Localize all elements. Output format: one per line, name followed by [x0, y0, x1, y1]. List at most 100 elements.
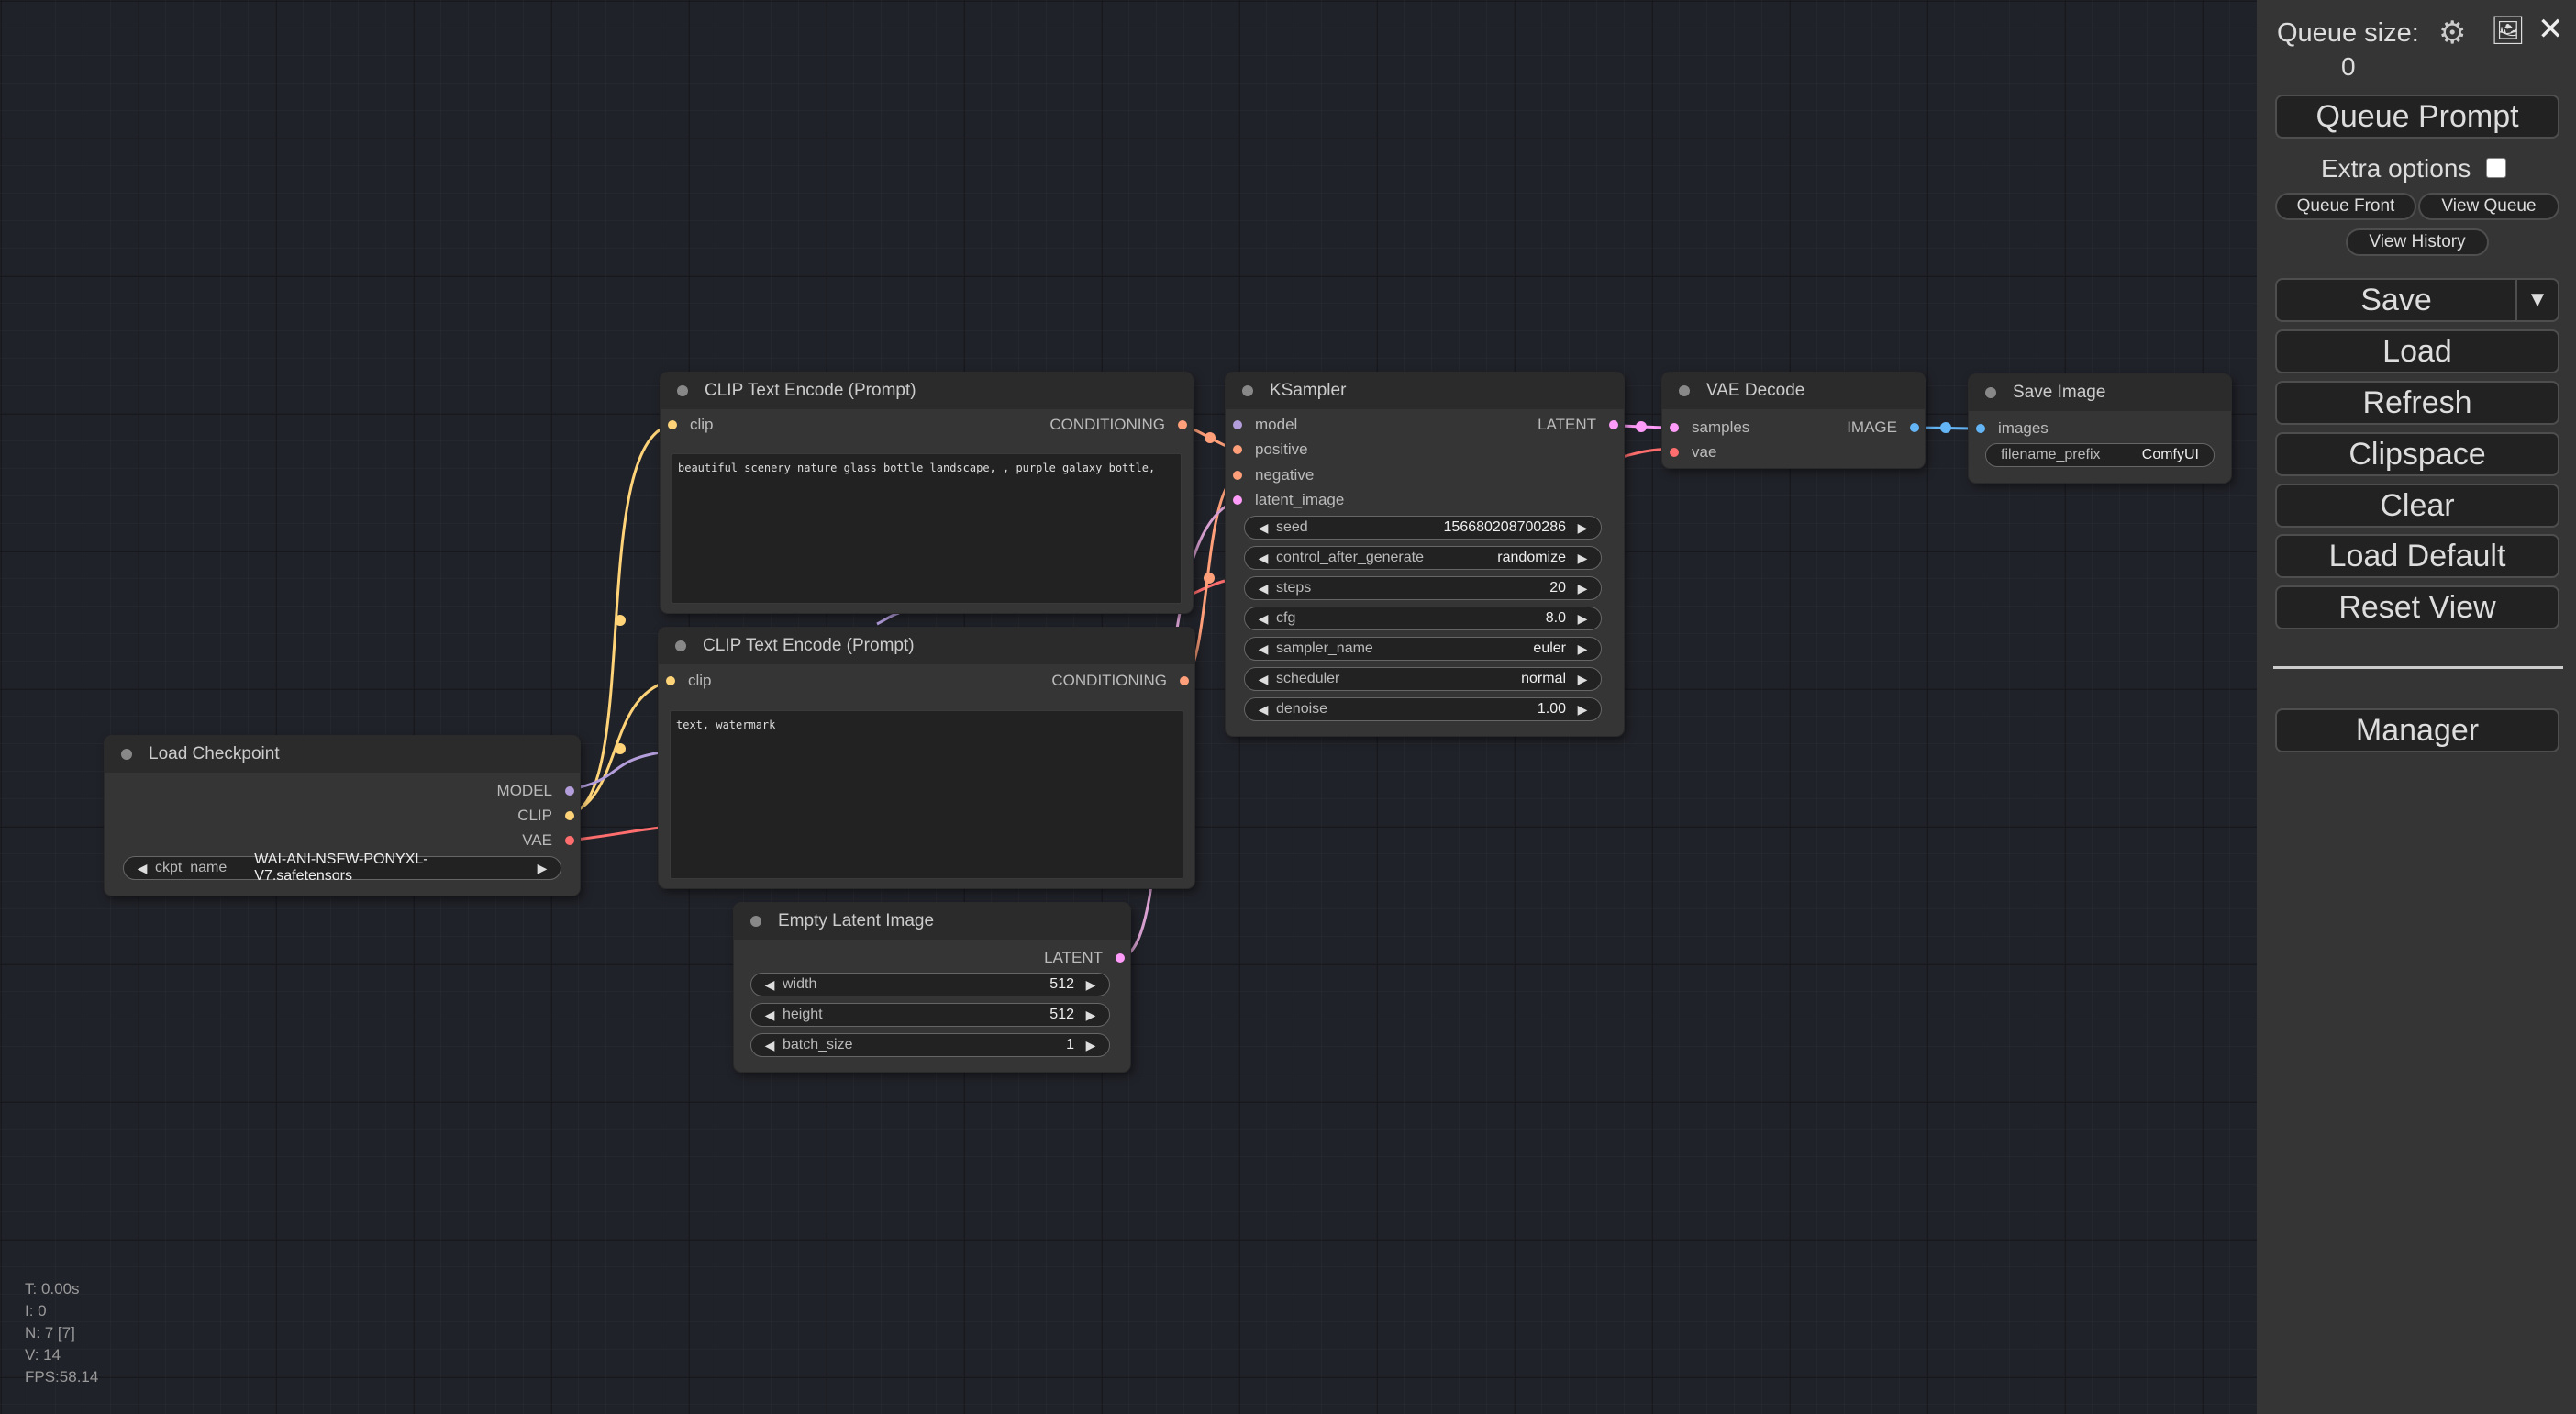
- decrement-arrow-icon[interactable]: ◀: [1256, 520, 1271, 536]
- clear-button[interactable]: Clear: [2275, 484, 2559, 528]
- input-slot-vae[interactable]: vae: [1670, 442, 1716, 462]
- increment-arrow-icon[interactable]: ▶: [1575, 641, 1590, 657]
- increment-arrow-icon[interactable]: ▶: [1575, 611, 1590, 627]
- clip-text-encode-negative-node[interactable]: CLIP Text Encode (Prompt) clip CONDITION…: [659, 628, 1194, 888]
- increment-arrow-icon[interactable]: ▶: [1083, 1008, 1098, 1023]
- refresh-button[interactable]: Refresh: [2275, 381, 2559, 425]
- collapse-dot-icon[interactable]: [750, 916, 761, 927]
- node-title-bar[interactable]: CLIP Text Encode (Prompt): [661, 373, 1193, 409]
- decrement-arrow-icon[interactable]: ◀: [1256, 551, 1271, 566]
- decrement-arrow-icon[interactable]: ◀: [762, 1008, 777, 1023]
- stat-i: I: 0: [25, 1302, 47, 1319]
- increment-arrow-icon[interactable]: ▶: [1575, 520, 1590, 536]
- clipspace-button[interactable]: Clipspace: [2275, 432, 2559, 476]
- increment-arrow-icon[interactable]: ▶: [1083, 1038, 1098, 1053]
- view-queue-button[interactable]: View Queue: [2418, 193, 2559, 220]
- output-slot-conditioning[interactable]: CONDITIONING: [1049, 415, 1187, 435]
- widget-steps[interactable]: ◀ steps 20 ▶: [1244, 576, 1602, 600]
- input-slot-negative[interactable]: negative: [1233, 465, 1314, 485]
- node-title: CLIP Text Encode (Prompt): [705, 381, 916, 400]
- load-default-button[interactable]: Load Default: [2275, 534, 2559, 578]
- collapse-dot-icon[interactable]: [1679, 385, 1690, 396]
- input-slot-clip[interactable]: clip: [668, 415, 714, 435]
- render-stats: T: 0.00s I: 0 N: 7 [7] V: 14 FPS:58.14: [25, 1278, 98, 1388]
- save-dropdown-icon[interactable]: ▼: [2515, 280, 2558, 320]
- increment-arrow-icon[interactable]: ▶: [1575, 581, 1590, 596]
- output-slot-latent[interactable]: LATENT: [1044, 948, 1125, 968]
- save-button[interactable]: Save ▼: [2275, 278, 2559, 322]
- widget-height[interactable]: ◀ height 512 ▶: [750, 1003, 1110, 1027]
- collapse-dot-icon[interactable]: [1985, 387, 1996, 398]
- output-slot-vae[interactable]: VAE: [522, 830, 574, 851]
- node-title-bar[interactable]: Save Image: [1969, 374, 2231, 411]
- widget-width[interactable]: ◀ width 512 ▶: [750, 973, 1110, 996]
- gear-icon[interactable]: ⚙: [2438, 15, 2466, 51]
- input-slot-images[interactable]: images: [1976, 418, 2049, 439]
- node-title-bar[interactable]: VAE Decode: [1662, 373, 1925, 409]
- extra-options-label: Extra options: [2321, 154, 2471, 183]
- widget-sampler-name[interactable]: ◀ sampler_name euler ▶: [1244, 637, 1602, 661]
- node-title-bar[interactable]: KSampler: [1226, 373, 1624, 409]
- widget-ckpt-name[interactable]: ◀ ckpt_name WAI-ANI-NSFW-PONYXL-V7.safeten…: [123, 852, 561, 884]
- queue-prompt-button[interactable]: Queue Prompt: [2275, 95, 2559, 139]
- stat-v: V: 14: [25, 1346, 61, 1364]
- ksampler-node[interactable]: KSampler model positive negative latent_…: [1226, 373, 1624, 736]
- collapse-dot-icon[interactable]: [121, 749, 132, 760]
- view-history-button[interactable]: View History: [2346, 228, 2489, 256]
- input-slot-model[interactable]: model: [1233, 415, 1297, 435]
- prompt-textarea[interactable]: text, watermark: [670, 710, 1183, 879]
- widget-denoise[interactable]: ◀ denoise 1.00 ▶: [1244, 697, 1602, 721]
- widget-scheduler[interactable]: ◀ scheduler normal ▶: [1244, 667, 1602, 691]
- reset-view-button[interactable]: Reset View: [2275, 585, 2559, 629]
- widget-control-after-generate[interactable]: ◀ control_after_generate randomize ▶: [1244, 546, 1602, 570]
- decrement-arrow-icon[interactable]: ◀: [1256, 641, 1271, 657]
- decrement-arrow-icon[interactable]: ◀: [1256, 581, 1271, 596]
- decrement-arrow-icon[interactable]: ◀: [762, 1038, 777, 1053]
- output-slot-conditioning[interactable]: CONDITIONING: [1051, 671, 1189, 691]
- decrement-arrow-icon[interactable]: ◀: [1256, 672, 1271, 687]
- decrement-arrow-icon[interactable]: ◀: [762, 977, 777, 993]
- increment-arrow-icon[interactable]: ▶: [1083, 977, 1098, 993]
- output-slot-clip[interactable]: CLIP: [517, 806, 574, 826]
- queue-front-button[interactable]: Queue Front: [2275, 193, 2416, 220]
- increment-arrow-icon[interactable]: ▶: [535, 861, 550, 876]
- output-slot-latent[interactable]: LATENT: [1538, 415, 1618, 435]
- widget-seed[interactable]: ◀ seed 156680208700286 ▶: [1244, 516, 1602, 540]
- image-icon[interactable]: 🖼: [2491, 15, 2526, 47]
- node-title-bar[interactable]: Empty Latent Image: [734, 903, 1130, 940]
- node-title-bar[interactable]: Load Checkpoint: [105, 736, 580, 773]
- prompt-textarea[interactable]: beautiful scenery nature glass bottle la…: [672, 453, 1182, 604]
- graph-canvas[interactable]: CLIP Text Encode (Prompt) clip CONDITION…: [0, 0, 2257, 1414]
- collapse-dot-icon[interactable]: [675, 640, 686, 651]
- increment-arrow-icon[interactable]: ▶: [1575, 551, 1590, 566]
- load-checkpoint-node[interactable]: Load Checkpoint MODEL CLIP VAE ◀ ckpt_nam…: [105, 736, 580, 896]
- input-slot-positive[interactable]: positive: [1233, 440, 1308, 460]
- increment-arrow-icon[interactable]: ▶: [1575, 672, 1590, 687]
- output-slot-model[interactable]: MODEL: [497, 781, 574, 801]
- stat-nodes: N: 7 [7]: [25, 1324, 75, 1342]
- input-slot-clip[interactable]: clip: [666, 671, 712, 691]
- increment-arrow-icon[interactable]: ▶: [1575, 702, 1590, 718]
- output-slot-image[interactable]: IMAGE: [1847, 418, 1919, 438]
- vae-decode-node[interactable]: VAE Decode samples vae IMAGE: [1662, 373, 1925, 468]
- input-slot-samples[interactable]: samples: [1670, 418, 1749, 438]
- stat-fps: FPS:58.14: [25, 1368, 99, 1386]
- save-image-node[interactable]: Save Image images filename_prefix ComfyUI: [1969, 374, 2231, 483]
- widget-batch-size[interactable]: ◀ batch_size 1 ▶: [750, 1033, 1110, 1057]
- decrement-arrow-icon[interactable]: ◀: [135, 861, 150, 876]
- input-slot-latent-image[interactable]: latent_image: [1233, 490, 1344, 510]
- node-title-bar[interactable]: CLIP Text Encode (Prompt): [659, 628, 1194, 664]
- widget-cfg[interactable]: ◀ cfg 8.0 ▶: [1244, 607, 1602, 630]
- empty-latent-image-node[interactable]: Empty Latent Image LATENT ◀ width 512 ▶ ◀ he…: [734, 903, 1130, 1072]
- decrement-arrow-icon[interactable]: ◀: [1256, 611, 1271, 627]
- collapse-dot-icon[interactable]: [677, 385, 688, 396]
- decrement-arrow-icon[interactable]: ◀: [1256, 702, 1271, 718]
- load-button[interactable]: Load: [2275, 329, 2559, 373]
- extra-options-checkbox[interactable]: [2486, 158, 2506, 178]
- widget-filename-prefix[interactable]: filename_prefix ComfyUI: [1985, 443, 2215, 467]
- manager-button[interactable]: Manager: [2275, 708, 2559, 752]
- collapse-dot-icon[interactable]: [1242, 385, 1253, 396]
- link-model: [566, 751, 661, 792]
- clip-text-encode-positive-node[interactable]: CLIP Text Encode (Prompt) clip CONDITION…: [661, 373, 1193, 613]
- close-icon[interactable]: ✕: [2537, 11, 2564, 48]
